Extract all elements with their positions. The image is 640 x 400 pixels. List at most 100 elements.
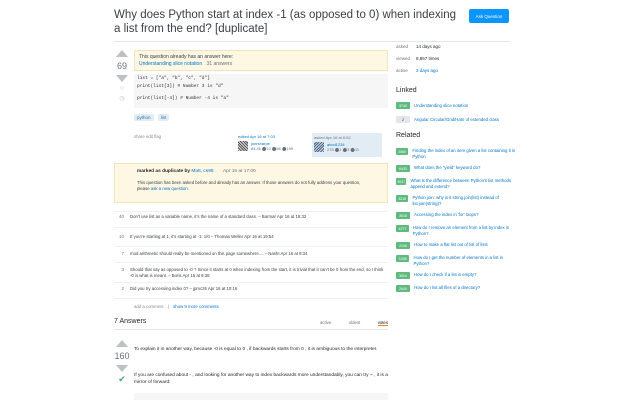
ask-new-question-link[interactable]: ask a new question. — [151, 186, 189, 191]
related-title[interactable]: What does the "yield" keyword do? — [414, 165, 480, 172]
answers-divider — [114, 329, 388, 330]
comment: 40 Don't use list as a variable name, it… — [119, 214, 388, 220]
asker-card: asked Apr 16 at 6:52 abcd1234 278 ⬤1 ⬤3 … — [312, 133, 382, 157]
comment: 3 Should that say as opposed to -0 ? Sin… — [121, 267, 388, 279]
editor-action[interactable]: edited Apr 16 at 7:03 — [238, 134, 308, 139]
marked-date: Apr 16 at 17:00 — [222, 169, 256, 174]
linked-item[interactable]: 2 Angular Circular/Grid/Ham of extended … — [396, 116, 499, 123]
answer-vote-count: 160 — [114, 351, 130, 361]
related-count-badge: 1208 — [396, 255, 410, 262]
related-item[interactable]: 3004 How do I check if a list is empty? — [396, 272, 516, 279]
comment-divider — [114, 227, 388, 228]
accepted-check-icon: ✔ — [118, 374, 126, 384]
marked-by[interactable]: Matt, cs95 — [191, 169, 213, 174]
related-title[interactable]: What is the difference between Python's … — [410, 178, 516, 189]
related-item[interactable]: 2560 Finding the index of an item given … — [396, 148, 516, 159]
related-item[interactable]: 2106 How to make a flat list out of list… — [396, 242, 516, 249]
linked-heading: Linked — [396, 87, 417, 94]
asker-avatar[interactable] — [314, 142, 324, 152]
tab-active[interactable]: active — [320, 320, 331, 326]
related-count-badge: 1277 — [396, 225, 409, 232]
comment-score: 40 — [118, 214, 124, 219]
comment-divider — [114, 298, 388, 299]
downvote-icon[interactable] — [116, 75, 128, 82]
related-count-badge: 2106 — [396, 242, 410, 249]
code-line: print(list[-4]) # Number -4 is "a" — [137, 96, 229, 101]
related-count-badge: 2440 — [396, 285, 410, 292]
show-more-comments-link[interactable]: show 9 more comments — [173, 304, 219, 309]
tag-list: python list — [134, 114, 172, 121]
tag-python[interactable]: python — [134, 114, 154, 121]
question-title[interactable]: Why does Python start at index -1 (as op… — [114, 8, 464, 36]
question-vote-column: 69 ☆ ◷ — [114, 50, 130, 102]
related-title[interactable]: Python join: why is it string.join(list)… — [412, 195, 516, 206]
comment-actions: add a comment | show 9 more comments — [134, 304, 219, 309]
related-item[interactable]: 6433 What does the "yield" keyword do? — [396, 165, 516, 172]
related-title[interactable]: Accessing the index in 'for' loops? — [414, 212, 478, 219]
add-comment-link[interactable]: add a comment — [134, 304, 164, 309]
upvote-icon[interactable] — [116, 50, 128, 57]
linked-item[interactable]: 3740 Understanding slice notation — [396, 102, 468, 109]
title-divider — [114, 41, 510, 42]
related-title[interactable]: How to make a flat list out of list of l… — [414, 242, 488, 249]
history-icon[interactable]: ◷ — [119, 95, 124, 102]
asker-action: asked Apr 16 at 6:52 — [314, 135, 351, 140]
answer-upvote-icon[interactable] — [116, 340, 128, 347]
stat-row: active 3 days ago — [396, 68, 439, 73]
stat-row: asked 14 days ago — [396, 44, 441, 49]
answer-downvote-icon[interactable] — [116, 365, 128, 372]
linked-title[interactable]: Understanding slice notation — [414, 103, 468, 109]
tab-votes[interactable]: votes — [377, 320, 388, 326]
comment-score: 2 — [121, 286, 124, 291]
comment-divider — [114, 246, 388, 247]
related-count-badge: 3047 — [396, 178, 407, 185]
related-title[interactable]: How do I check if a list is empty? — [414, 272, 476, 279]
comment-text: Don't use list as a variable name, it's … — [130, 214, 307, 219]
code-line: print(list[3]) # Number 3 is "d" — [137, 84, 224, 89]
related-title[interactable]: How do I list all files of a directory? — [414, 285, 480, 292]
bookmark-icon[interactable]: ☆ — [119, 85, 124, 92]
answer-paragraph: If you are confused about - , and lookin… — [134, 373, 388, 385]
related-title[interactable]: How do I get the number of elements in a… — [413, 255, 516, 266]
tab-oldest[interactable]: oldest — [349, 320, 360, 326]
related-item[interactable]: 3047 What is the difference between Pyth… — [396, 178, 516, 189]
related-count-badge: 3004 — [396, 272, 410, 279]
comment: 10 If you're starting at 1, it's startin… — [119, 234, 388, 240]
related-title[interactable]: Finding the index of an item given a lis… — [412, 148, 516, 159]
related-count-badge: 6433 — [396, 165, 410, 172]
comment-text: If you're starting at 1, it's starting a… — [130, 234, 274, 239]
notice-link[interactable]: Understanding slice notation — [139, 61, 202, 67]
comment-divider — [114, 282, 388, 283]
related-item[interactable]: 1277 How do I remove an element from a l… — [396, 225, 516, 236]
comment: 2 Did you try accessing index 0? – jpmc2… — [121, 286, 388, 292]
comment-score: 3 — [121, 267, 124, 272]
answer-code-block — [134, 393, 388, 400]
related-item[interactable]: 2440 How do I list all files of a direct… — [396, 285, 516, 292]
comment-text: mod arithmetic should really be mentione… — [130, 251, 308, 256]
related-item[interactable]: 3018 Accessing the index in 'for' loops? — [396, 212, 516, 219]
post-actions[interactable]: share edit flag — [134, 134, 161, 139]
answer-paragraph: To explain it in another way, because -0… — [134, 347, 378, 352]
notice-line: This question already has an answer here… — [139, 54, 234, 60]
related-item[interactable]: 1208 How do I get the number of elements… — [396, 255, 516, 266]
editor-avatar[interactable] — [238, 141, 248, 151]
tag-list[interactable]: list — [157, 114, 170, 121]
comment-text: Did you try accessing index 0? – jpmc26 … — [130, 286, 238, 291]
duplicate-notice: This question already has an answer here… — [134, 50, 388, 71]
code-line: list = ["a", "b", "c", "d"] — [137, 76, 210, 81]
related-title[interactable]: How do I remove an element from a list b… — [413, 225, 516, 236]
comment-score: 10 — [118, 234, 124, 239]
comment-divider — [114, 262, 388, 263]
question-vote-count: 69 — [116, 61, 127, 71]
comment: 7 mod arithmetic should really be mentio… — [121, 251, 388, 257]
comment-text: Should that say as opposed to -0 ? Since… — [130, 267, 384, 278]
stat-row: viewed 8,857 times — [396, 56, 440, 61]
editor-rep: 84.4k ⬤12 ⬤86 ⬤199 — [251, 146, 294, 151]
marked-label: marked as duplicate by — [137, 169, 191, 174]
notice-answers-count: 31 answers — [206, 61, 233, 67]
answer-sort-tabs: active oldest votes — [320, 320, 388, 326]
comment-divider — [114, 211, 388, 212]
ask-question-button[interactable]: Ask Question — [469, 9, 509, 23]
linked-title[interactable]: Angular Circular/Grid/Ham of extended cl… — [414, 117, 499, 123]
related-item[interactable]: 3216 Python join: why is it string.join(… — [396, 195, 516, 206]
